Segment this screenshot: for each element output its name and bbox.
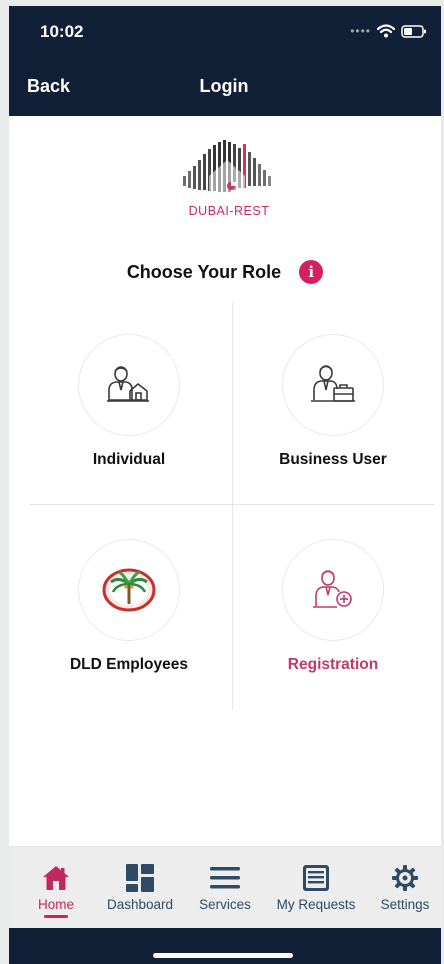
tab-dashboard-label: Dashboard xyxy=(106,897,174,912)
dubai-rest-logo: DUBAI-REST xyxy=(179,138,279,222)
individual-user-icon xyxy=(107,366,149,402)
tab-settings-label: Settings xyxy=(380,897,430,912)
top-bar: 10:02 •••• Back Login xyxy=(9,6,441,116)
status-time: 10:02 xyxy=(40,22,84,41)
tab-my-requests[interactable]: My Requests xyxy=(271,847,361,929)
requests-list-icon xyxy=(303,865,329,891)
choose-role-title: Choose Your Role xyxy=(126,261,282,282)
tab-settings[interactable]: Settings xyxy=(375,847,435,929)
business-user-icon xyxy=(311,365,355,402)
role-dld-employees-circle xyxy=(78,539,180,641)
tab-services[interactable]: Services xyxy=(193,847,257,929)
role-dld-employees-label: DLD Employees xyxy=(69,656,188,673)
tab-dashboard[interactable]: Dashboard xyxy=(105,847,175,929)
home-indicator-bar xyxy=(9,928,441,964)
role-business-user-label: Business User xyxy=(279,451,387,468)
wifi-icon xyxy=(377,24,395,38)
gear-icon xyxy=(392,865,418,891)
bottom-tab-bar: Home Dashboard Services My Requests Sett… xyxy=(9,846,441,928)
role-individual-label: Individual xyxy=(92,451,166,468)
role-individual-circle xyxy=(78,334,180,436)
role-business-user-circle xyxy=(282,334,384,436)
role-registration-label: Registration xyxy=(287,656,379,673)
status-indicators: •••• xyxy=(350,24,427,38)
tab-home-label: Home xyxy=(37,897,74,912)
logo-building-icon xyxy=(183,140,271,192)
tab-my-requests-label: My Requests xyxy=(276,897,356,912)
tab-services-label: Services xyxy=(199,897,251,912)
info-icon[interactable]: i xyxy=(299,260,324,284)
menu-lines-icon xyxy=(210,867,240,889)
grid-divider-horizontal xyxy=(29,504,435,505)
role-individual[interactable]: Individual xyxy=(39,334,219,494)
role-header: Choose Your Role i xyxy=(9,260,441,284)
dld-palm-logo-icon xyxy=(102,568,156,612)
role-dld-employees[interactable]: DLD Employees xyxy=(39,539,219,699)
role-business-user[interactable]: Business User xyxy=(243,334,423,494)
dashboard-icon xyxy=(126,864,154,892)
app-screen: 10:02 •••• Back Login DUBAI-REST Choose … xyxy=(9,6,441,964)
page-title: Login xyxy=(199,76,249,96)
home-icon xyxy=(43,866,69,890)
role-registration-circle xyxy=(282,539,384,641)
home-indicator[interactable] xyxy=(153,953,293,958)
registration-user-icon xyxy=(313,570,352,608)
battery-icon xyxy=(401,24,426,38)
tab-active-indicator xyxy=(44,915,68,918)
role-registration[interactable]: Registration xyxy=(243,539,423,699)
signal-dots-icon: •••• xyxy=(350,24,371,38)
tab-home[interactable]: Home xyxy=(31,847,81,929)
logo-text: DUBAI-REST xyxy=(188,204,270,218)
grid-divider-vertical xyxy=(232,302,233,710)
